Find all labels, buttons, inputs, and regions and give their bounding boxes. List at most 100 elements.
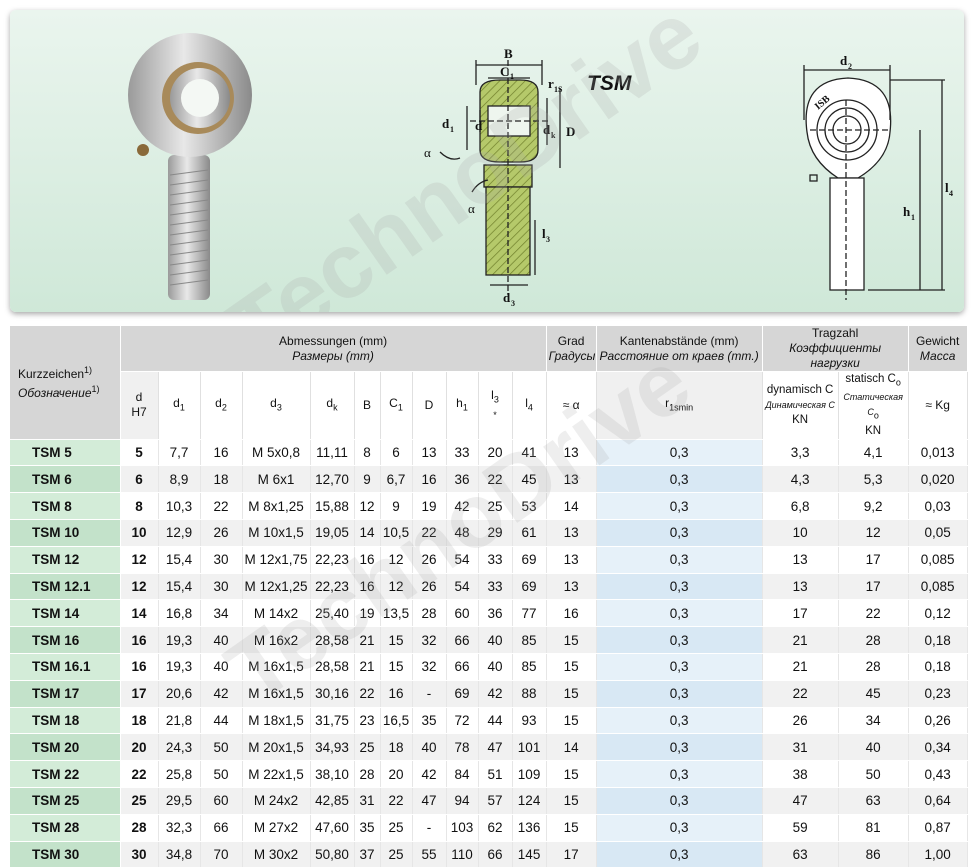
cell-alpha: 15 bbox=[546, 707, 597, 735]
cell-c1: 25 bbox=[380, 841, 413, 868]
cell-d1: 15,4 bbox=[158, 573, 201, 601]
cell-static: 17 bbox=[838, 573, 909, 601]
cell-dynamic: 13 bbox=[762, 546, 839, 574]
svg-text:d: d bbox=[442, 116, 450, 131]
cell-weight: 0,020 bbox=[908, 465, 968, 494]
svg-text:1: 1 bbox=[450, 125, 454, 134]
cell-d: 30 bbox=[120, 841, 159, 868]
cell-c1: 13,5 bbox=[380, 599, 413, 628]
cell-r1smin: 0,3 bbox=[596, 465, 763, 494]
cell-d: 18 bbox=[120, 707, 159, 735]
cell-d: 25 bbox=[120, 787, 159, 815]
cell-static: 28 bbox=[838, 653, 909, 681]
cell-d1: 32,3 bbox=[158, 814, 201, 842]
cell-kurzzeichen: TSM 10 bbox=[10, 519, 121, 547]
svg-text:k: k bbox=[551, 131, 556, 140]
cell-l4: 41 bbox=[512, 439, 547, 467]
table-row: TSM 16.1 16 19,3 40 M 16x1,5 28,58 21 15 32 66 40 8… bbox=[10, 653, 968, 681]
cell-dk: 34,93 bbox=[310, 733, 355, 762]
cell-dk: 22,23 bbox=[310, 546, 355, 574]
cell-c1: 12 bbox=[380, 573, 413, 601]
subheader-dk: dk bbox=[310, 371, 355, 440]
cell-d: 16 bbox=[120, 653, 159, 681]
cell-D: 26 bbox=[412, 546, 447, 574]
rod-end-photo bbox=[128, 33, 252, 300]
header-kurzzeichen: Kurzzeichen1) Обозначение1) bbox=[10, 326, 121, 440]
cell-d: 28 bbox=[120, 814, 159, 842]
cell-D: 26 bbox=[412, 573, 447, 601]
header-tragzahl: Tragzahl Коэффициенты нагрузки bbox=[762, 326, 909, 372]
cell-b: 28 bbox=[354, 760, 381, 788]
cell-static: 63 bbox=[838, 787, 909, 815]
cell-static: 5,3 bbox=[838, 465, 909, 494]
cell-D: 40 bbox=[412, 733, 447, 762]
cell-d3: M 16x2 bbox=[242, 626, 311, 654]
cell-static: 9,2 bbox=[838, 492, 909, 520]
cell-dk: 28,58 bbox=[310, 626, 355, 654]
cell-dynamic: 59 bbox=[762, 814, 839, 842]
spec-table-body: TSM 5 5 7,7 16 M 5x0,8 11,11 8 6 13 33 20 41 13 0,3 3,… bbox=[10, 439, 968, 868]
cell-d1: 12,9 bbox=[158, 519, 201, 547]
cell-static: 4,1 bbox=[838, 439, 909, 467]
cell-alpha: 14 bbox=[546, 733, 597, 762]
cell-l4: 69 bbox=[512, 573, 547, 601]
header-kantenabstaende: Kantenabstände (mm) Расстояние от краев (… bbox=[596, 326, 763, 372]
cell-l3: 25 bbox=[478, 492, 513, 520]
cell-kurzzeichen: TSM 8 bbox=[10, 492, 121, 520]
cell-d2: 70 bbox=[200, 841, 243, 868]
svg-text:d: d bbox=[475, 118, 483, 133]
cell-b: 8 bbox=[354, 439, 381, 467]
cell-h1: 110 bbox=[446, 841, 479, 868]
cell-dynamic: 47 bbox=[762, 787, 839, 815]
cell-h1: 54 bbox=[446, 546, 479, 574]
cell-h1: 60 bbox=[446, 599, 479, 628]
cell-d2: 18 bbox=[200, 465, 243, 494]
svg-text:1S: 1S bbox=[554, 85, 563, 94]
cell-b: 37 bbox=[354, 841, 381, 868]
cell-l3: 42 bbox=[478, 680, 513, 708]
cell-kurzzeichen: TSM 6 bbox=[10, 465, 121, 494]
cell-dk: 25,40 bbox=[310, 599, 355, 628]
cell-alpha: 14 bbox=[546, 492, 597, 520]
cell-d3: M 12x1,75 bbox=[242, 546, 311, 574]
header-gewicht: Gewicht Масса bbox=[908, 326, 968, 372]
cell-alpha: 15 bbox=[546, 680, 597, 708]
cell-weight: 0,085 bbox=[908, 546, 968, 574]
cell-dk: 28,58 bbox=[310, 653, 355, 681]
section-drawing bbox=[439, 60, 561, 295]
cell-alpha: 13 bbox=[546, 546, 597, 574]
cell-D: 55 bbox=[412, 841, 447, 868]
cell-dynamic: 13 bbox=[762, 573, 839, 601]
cell-static: 12 bbox=[838, 519, 909, 547]
subheader-l4: l4 bbox=[512, 371, 547, 440]
cell-static: 40 bbox=[838, 733, 909, 762]
cell-d3: M 16x1,5 bbox=[242, 680, 311, 708]
cell-b: 21 bbox=[354, 626, 381, 654]
cell-c1: 16 bbox=[380, 680, 413, 708]
table-row: TSM 28 28 32,3 66 M 27x2 47,60 35 25-103 62 136 15… bbox=[10, 814, 968, 842]
svg-text:1: 1 bbox=[911, 213, 915, 222]
table-row: TSM 30 30 34,8 70 M 30x2 50,80 37 25 55 110 66 145 1… bbox=[10, 841, 968, 868]
cell-r1smin: 0,3 bbox=[596, 814, 763, 842]
cell-d2: 66 bbox=[200, 814, 243, 842]
subheader-d: d H7 bbox=[120, 371, 159, 440]
cell-l4: 77 bbox=[512, 599, 547, 628]
cell-kurzzeichen: TSM 16.1 bbox=[10, 653, 121, 681]
cell-dynamic: 21 bbox=[762, 653, 839, 681]
cell-l4: 101 bbox=[512, 733, 547, 762]
subheader-static: statisch Co Статическая Co KN bbox=[838, 371, 909, 440]
cell-l4: 85 bbox=[512, 653, 547, 681]
subheader-r1smin: r1smin bbox=[596, 371, 763, 440]
cell-D: 47 bbox=[412, 787, 447, 815]
cell-l4: 61 bbox=[512, 519, 547, 547]
table-row: TSM 16 16 19,3 40 M 16x2 28,58 21 15 32 66 40 85 15 0… bbox=[10, 626, 968, 654]
cell-dynamic: 38 bbox=[762, 760, 839, 788]
svg-text:d: d bbox=[543, 122, 551, 137]
cell-l3: 44 bbox=[478, 707, 513, 735]
cell-weight: 0,085 bbox=[908, 573, 968, 601]
spec-table: Kurzzeichen1) Обозначение1) Abmessungen … bbox=[10, 326, 968, 868]
cell-kurzzeichen: TSM 14 bbox=[10, 599, 121, 628]
product-banner: B C1 r 1S d1 d dk D α α l3 d3 TSM d2 ISB… bbox=[10, 10, 964, 312]
cell-d: 10 bbox=[120, 519, 159, 547]
subheader-d2: d2 bbox=[200, 371, 243, 440]
